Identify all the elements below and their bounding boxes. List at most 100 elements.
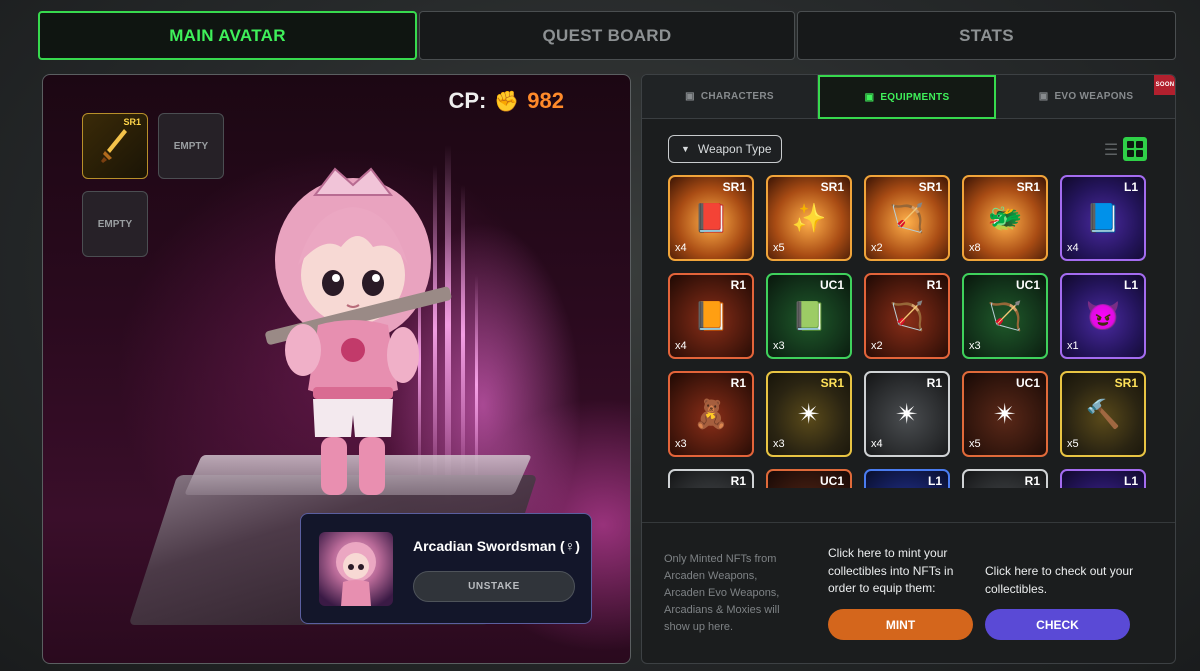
equipment-tile[interactable]: R1 📙 x4 — [668, 273, 754, 359]
equipment-tile[interactable]: UC1 🏹 x3 — [962, 273, 1048, 359]
equipment-icon: ✴ — [797, 398, 821, 430]
equipment-icon: 🧸 — [693, 398, 729, 430]
equip-slot-empty[interactable]: EMPTY — [82, 191, 148, 257]
list-view-icon[interactable]: ☰ — [1100, 139, 1122, 161]
slot-rarity: SR1 — [123, 117, 141, 127]
equipment-tile[interactable]: R1 — [668, 469, 754, 488]
check-button[interactable]: CHECK — [985, 609, 1130, 640]
equipment-icon: 📘 — [1085, 202, 1121, 234]
rarity-label: UC1 — [1015, 278, 1040, 292]
tab-quest-board[interactable]: QUEST BOARD — [419, 11, 795, 60]
tab-label: EQUIPMENTS — [880, 91, 950, 103]
quantity-label: x2 — [871, 340, 883, 352]
check-description: Click here to check out your collectible… — [985, 564, 1134, 596]
tab-equipments[interactable]: ▣ EQUIPMENTS — [818, 75, 996, 119]
tab-evo-weapons[interactable]: ▣ EVO WEAPONS SOON — [996, 75, 1175, 119]
rarity-label: L1 — [1123, 278, 1138, 292]
caret-down-icon: ▼ — [681, 144, 690, 154]
equipment-icon: 🐲 — [987, 202, 1023, 234]
equipment-icon: 📕 — [693, 202, 729, 234]
equipment-icon: ✴ — [993, 398, 1017, 430]
equipment-tile[interactable]: SR1 ✨ x5 — [766, 175, 852, 261]
quantity-label: x3 — [773, 438, 785, 450]
equipment-icon: 🔨 — [1085, 398, 1121, 430]
mint-button[interactable]: MINT — [828, 609, 973, 640]
combat-power: CP: ✊ 982 — [448, 88, 564, 114]
rarity-label: R1 — [730, 474, 746, 488]
quantity-label: x3 — [969, 340, 981, 352]
quantity-label: x5 — [969, 438, 981, 450]
equipment-tile[interactable]: R1 ✴ x4 — [864, 371, 950, 457]
avatar-character-image — [265, 167, 452, 495]
equipment-tile[interactable]: SR1 🔨 x5 — [1060, 371, 1146, 457]
equipment-icon: 🏹 — [987, 300, 1023, 332]
soon-badge: SOON — [1154, 75, 1175, 95]
equipment-tile[interactable]: L1 📘 x4 — [1060, 175, 1146, 261]
equipment-tile[interactable]: UC1 📗 x3 — [766, 273, 852, 359]
equipment-icon: ✴ — [895, 398, 919, 430]
quantity-label: x4 — [871, 438, 883, 450]
rarity-label: R1 — [1024, 474, 1040, 488]
tab-label: EVO WEAPONS — [1054, 91, 1134, 102]
tab-label: CHARACTERS — [700, 91, 774, 102]
fist-icon: ✊ — [494, 90, 520, 113]
tab-stats[interactable]: STATS — [797, 11, 1176, 60]
character-portrait — [336, 542, 376, 606]
equipment-icon: 🏹 — [889, 300, 925, 332]
rarity-label: UC1 — [819, 278, 844, 292]
rarity-label: UC1 — [1015, 376, 1040, 390]
weapon-type-filter[interactable]: ▼ Weapon Type — [668, 135, 782, 163]
rarity-label: UC1 — [819, 474, 844, 488]
lock-icon: ▣ — [1038, 91, 1049, 102]
rarity-label: SR1 — [820, 376, 844, 390]
equipment-tile[interactable]: UC1 — [766, 469, 852, 488]
rarity-label: SR1 — [1114, 376, 1138, 390]
tab-characters[interactable]: ▣ CHARACTERS — [642, 75, 818, 119]
equipment-icon: 📗 — [791, 300, 827, 332]
divider — [642, 522, 1175, 523]
rarity-label: R1 — [730, 278, 746, 292]
equipment-tile[interactable]: R1 — [962, 469, 1048, 488]
equipment-tile[interactable]: L1 — [1060, 469, 1146, 488]
inventory-panel: ▣ CHARACTERS ▣ EQUIPMENTS ▣ EVO WEAPONS … — [641, 74, 1176, 664]
quantity-label: x3 — [675, 438, 687, 450]
equipment-tile[interactable]: SR1 ✴ x3 — [766, 371, 852, 457]
sword-icon — [101, 129, 127, 163]
grid-view-icon[interactable] — [1123, 137, 1147, 161]
cp-value: 982 — [527, 88, 564, 113]
equipment-tile[interactable]: R1 🧸 x3 — [668, 371, 754, 457]
equipment-grid: SR1 📕 x4 SR1 ✨ x5 SR1 🏹 x2 SR1 🐲 x8 L1 📘 x4 R1 📙 x4 UC1 📗 x3… — [668, 175, 1152, 488]
equipment-tile[interactable]: R1 🏹 x2 — [864, 273, 950, 359]
quantity-label: x5 — [773, 242, 785, 254]
rarity-label: R1 — [926, 376, 942, 390]
cp-label: CP: — [448, 88, 487, 113]
equip-slot-empty[interactable]: EMPTY — [158, 113, 224, 179]
equipment-icon: 😈 — [1085, 300, 1121, 332]
quantity-label: x4 — [675, 242, 687, 254]
quantity-label: x4 — [1067, 242, 1079, 254]
mint-description: Click here to mint your collectibles int… — [828, 546, 954, 595]
quantity-label: x1 — [1067, 340, 1079, 352]
avatar-panel: CP: ✊ 982 SR1 EMPTY EMPTY Arcadian Sword… — [42, 74, 631, 664]
equipment-tile[interactable]: SR1 📕 x4 — [668, 175, 754, 261]
rarity-label: R1 — [926, 278, 942, 292]
rarity-label: L1 — [927, 474, 942, 488]
equipment-tile[interactable]: SR1 🏹 x2 — [864, 175, 950, 261]
unstake-button[interactable]: UNSTAKE — [413, 571, 575, 602]
slot-empty-label: EMPTY — [173, 140, 209, 152]
lock-icon: ▣ — [864, 91, 875, 103]
quantity-label: x3 — [773, 340, 785, 352]
tab-main-avatar[interactable]: MAIN AVATAR — [38, 11, 417, 60]
rarity-label: L1 — [1123, 180, 1138, 194]
character-name: Arcadian Swordsman (♀) — [413, 538, 580, 554]
equipment-tile[interactable]: L1 — [864, 469, 950, 488]
equipment-tile[interactable]: L1 😈 x1 — [1060, 273, 1146, 359]
filter-label: Weapon Type — [697, 142, 772, 156]
equipment-tile[interactable]: SR1 🐲 x8 — [962, 175, 1048, 261]
equip-slot-weapon[interactable]: SR1 — [82, 113, 148, 179]
equipment-icon: ✨ — [791, 202, 827, 234]
equipment-icon: 🏹 — [889, 202, 925, 234]
equipment-tile[interactable]: UC1 ✴ x5 — [962, 371, 1048, 457]
character-card: Arcadian Swordsman (♀) UNSTAKE — [300, 513, 592, 624]
rarity-label: SR1 — [1016, 180, 1040, 194]
